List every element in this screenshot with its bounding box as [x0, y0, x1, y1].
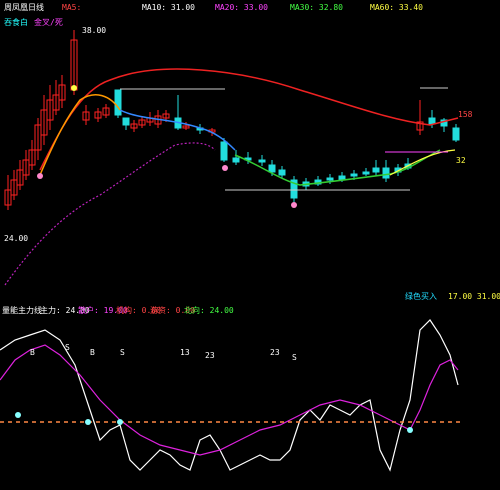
ma-short-orange	[39, 94, 121, 176]
right-high-label: 158	[458, 110, 473, 119]
indicator-mark-label: 13	[180, 348, 190, 357]
candle-body	[452, 127, 460, 141]
ma-long-line	[39, 68, 459, 171]
candle-body	[258, 159, 266, 163]
indicator-signal-marker	[407, 427, 413, 433]
indicator-right-values: 17.00 31.00	[448, 292, 500, 301]
right-low-label: 32	[456, 156, 466, 165]
candle-body	[326, 177, 334, 181]
indicator-chart[interactable]: B S B S 13 23 23 S	[0, 310, 500, 490]
indicator-mark-label: B	[90, 348, 95, 357]
candle-body	[220, 141, 228, 161]
indicator-mark-label: B	[30, 348, 35, 357]
ma5-label: MA5:	[62, 3, 82, 12]
candle-body	[232, 157, 240, 163]
indicator-mark-label: S	[65, 343, 70, 352]
indicator-mark-label: S	[292, 353, 297, 362]
candle-body	[114, 89, 122, 116]
indicator-title: 量能主力线	[2, 306, 42, 315]
buy-signal-label[interactable]: 绿色买入	[405, 292, 437, 301]
candle-body	[268, 164, 276, 173]
indicator-magenta-line	[0, 344, 459, 456]
candle-body	[362, 171, 370, 175]
ma60-label: MA60: 33.40	[370, 3, 423, 12]
golden-cross-badge[interactable]: 金叉/死	[34, 18, 63, 27]
candle-body	[122, 117, 130, 126]
chart-title: 周凤凰日线	[4, 3, 44, 12]
buy-marker	[37, 173, 43, 179]
ma10-label: MA10: 31.00	[142, 3, 195, 12]
sell-marker	[71, 85, 77, 91]
main-chart-header: 周凤凰日线 MA5: MA10: 31.00 MA20: 33.00 MA30:…	[0, 0, 500, 14]
indicator-item-north: 北向: 24.00	[184, 306, 234, 315]
sub-header-label: 吞食白	[4, 18, 28, 27]
price-low-label: 24.00	[4, 234, 29, 243]
candle-body	[372, 167, 380, 173]
candle-body	[278, 169, 286, 176]
candlestick-chart[interactable]	[0, 0, 500, 300]
indicator-mark-label: 23	[270, 348, 280, 357]
candle-body	[428, 117, 436, 125]
indicator-header: 量能主力线 主力: 24.00 散户: 19.00 机构: 0.00 游资: 0…	[0, 292, 500, 317]
ma20-label: MA20: 33.00	[215, 3, 268, 12]
price-high-label: 38.00	[82, 26, 107, 35]
indicator-mark-label: 23	[205, 351, 215, 360]
lower-band-dotted	[4, 142, 216, 286]
indicator-signal-marker	[85, 419, 91, 425]
ma-short-green	[234, 149, 441, 186]
candle-body	[382, 167, 390, 179]
buy-marker	[222, 165, 228, 171]
stock-chart-window: B S B S 13 23 23 S 周凤凰日线 MA5: MA10: 31.00 MA20:…	[0, 0, 500, 490]
candle-body	[350, 173, 358, 177]
indicator-mark-label: S	[120, 348, 125, 357]
buy-marker	[291, 202, 297, 208]
ma30-label: MA30: 32.80	[290, 3, 343, 12]
indicator-signal-marker	[15, 412, 21, 418]
indicator-signal-marker	[117, 419, 123, 425]
